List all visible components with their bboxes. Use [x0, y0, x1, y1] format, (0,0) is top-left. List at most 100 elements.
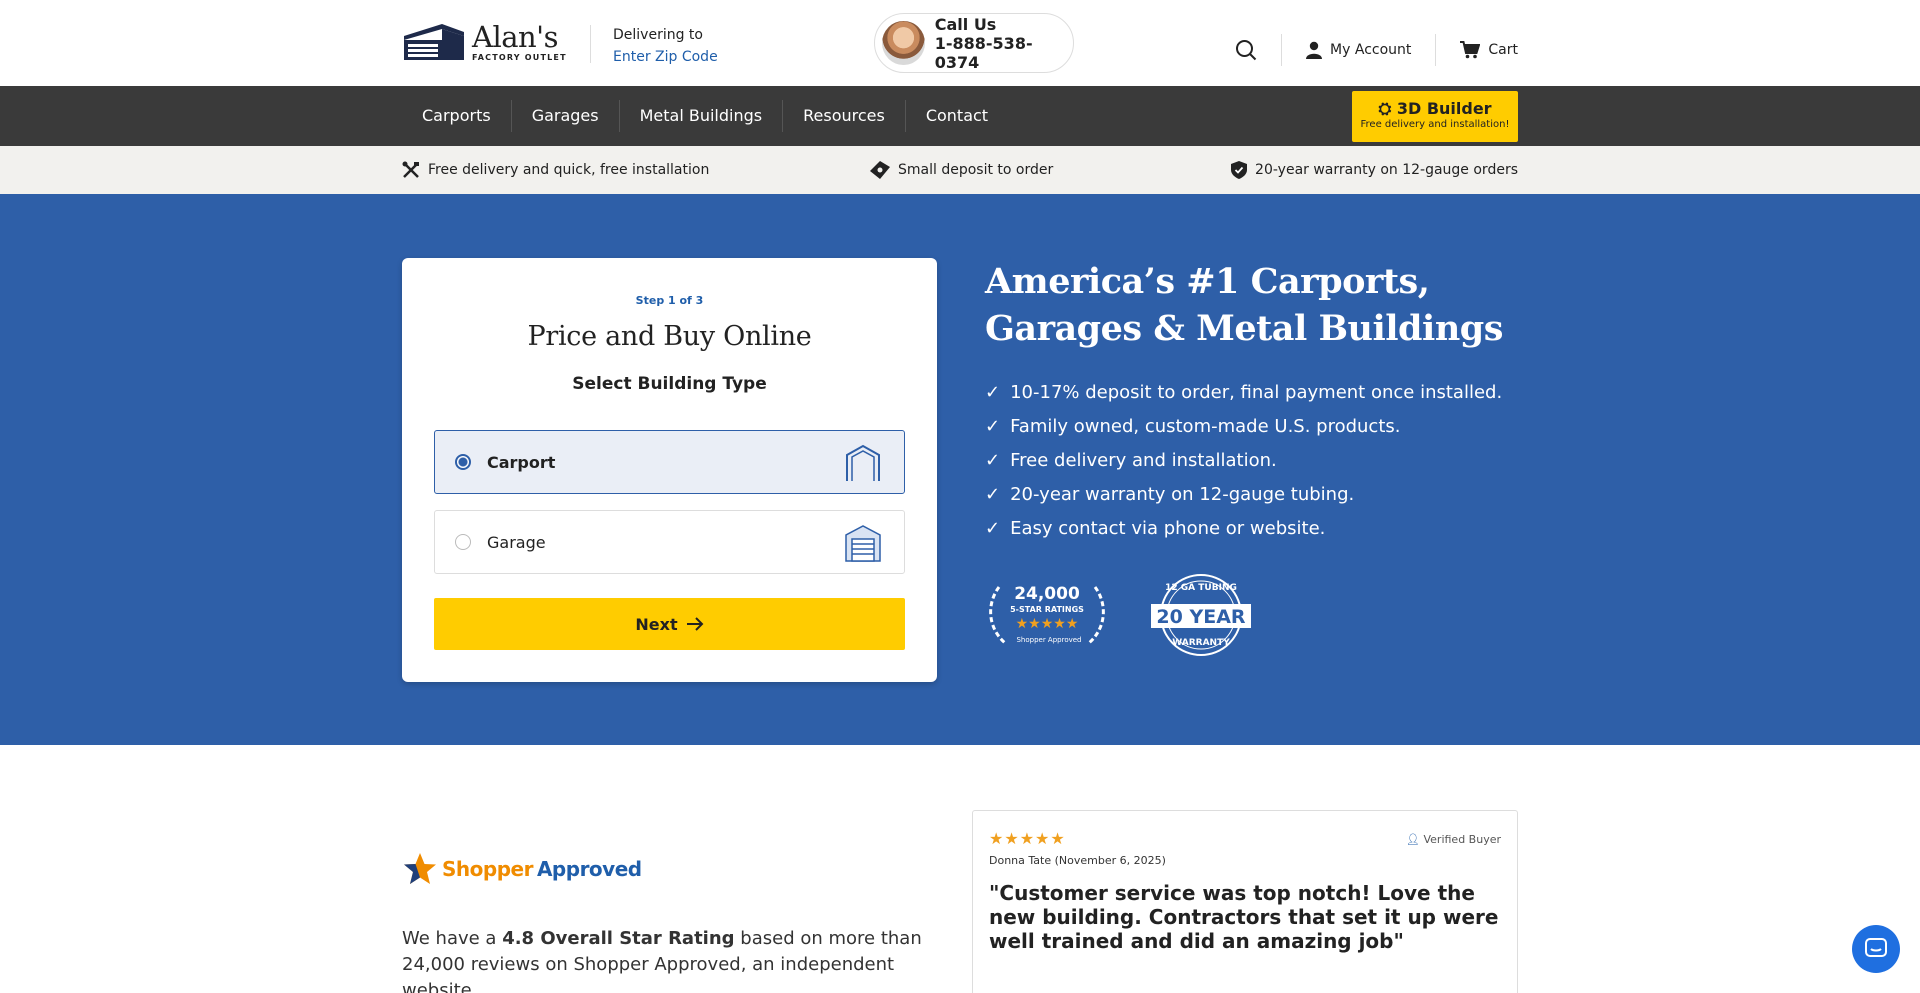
- builder-icon: ⛭: [1378, 99, 1392, 118]
- benefit-warranty: 20-year warranty on 12-gauge orders: [1231, 161, 1518, 179]
- agent-avatar: [882, 21, 925, 65]
- enter-zip-link[interactable]: Enter Zip Code: [613, 46, 718, 68]
- verified-label: Verified Buyer: [1423, 833, 1501, 846]
- search-icon: [1236, 40, 1257, 61]
- nav-item-carports[interactable]: Carports: [402, 100, 512, 132]
- overall-rating-text: We have a 4.8 Overall Star Rating based …: [402, 926, 962, 993]
- carport-icon: [846, 444, 880, 481]
- hero-headline: America’s #1 Carports, Garages & Metal B…: [985, 258, 1503, 352]
- benefit-delivery: Free delivery and quick, free installati…: [402, 161, 709, 179]
- logo-name: Alan's: [472, 19, 559, 54]
- my-account-link[interactable]: My Account: [1306, 41, 1411, 59]
- check-text: 10-17% deposit to order, final payment o…: [1010, 382, 1503, 403]
- nav-items: Carports Garages Metal Buildings Resourc…: [402, 86, 1008, 146]
- verified-buyer: 👤︎ Verified Buyer: [1406, 833, 1501, 846]
- next-label: Next: [635, 614, 678, 634]
- header-separator: [1435, 34, 1437, 66]
- ratings-label: 5-STAR RATINGS: [1010, 605, 1084, 614]
- option-carport-label: Carport: [487, 452, 556, 472]
- shield-check-icon: [1231, 161, 1248, 179]
- ratings-stars: ★★★★★: [1016, 616, 1079, 632]
- check-icon: ✓: [985, 416, 1001, 437]
- check-icon: ✓: [985, 518, 1001, 539]
- reviewer-name: Donna Tate (November 6, 2025): [989, 854, 1166, 867]
- review-card: ★★★★★ 👤︎ Verified Buyer Donna Tate (Nove…: [972, 810, 1518, 993]
- check-text: Family owned, custom-made U.S. products.: [1010, 416, 1401, 437]
- money-icon: [870, 161, 890, 179]
- step-indicator: Step 1 of 3: [635, 294, 704, 307]
- call-us-button[interactable]: Call Us 1-888-538-0374: [874, 13, 1074, 73]
- next-button[interactable]: Next: [434, 598, 905, 650]
- check-text: Free delivery and installation.: [1010, 450, 1277, 471]
- ratings-count: 24,000: [1014, 584, 1080, 604]
- hero-headline-line2: Garages & Metal Buildings: [985, 308, 1503, 349]
- warranty-bottom: WARRANTY: [1172, 638, 1230, 648]
- site-header: Alan's FACTORY OUTLET Delivering to Ente…: [0, 0, 1920, 86]
- list-item: ✓ 10-17% deposit to order, final payment …: [985, 376, 1503, 410]
- hero-section: Step 1 of 3 Price and Buy Online Select …: [0, 194, 1920, 745]
- 3d-builder-button[interactable]: ⛭ 3D Builder Free delivery and installat…: [1352, 91, 1518, 142]
- cart-icon: [1460, 41, 1481, 59]
- nav-item-metal-buildings[interactable]: Metal Buildings: [620, 100, 784, 132]
- main-nav: Carports Garages Metal Buildings Resourc…: [0, 86, 1920, 146]
- rating-bold: 4.8 Overall Star Rating: [502, 928, 735, 949]
- nav-item-garages[interactable]: Garages: [512, 100, 620, 132]
- check-text: 20-year warranty on 12-gauge tubing.: [1010, 484, 1355, 505]
- option-garage-label: Garage: [487, 532, 546, 552]
- rating-pre: We have a: [402, 928, 503, 949]
- carport-radio[interactable]: [455, 454, 471, 470]
- search-button[interactable]: [1235, 39, 1257, 61]
- builder-subtitle: Free delivery and installation!: [1360, 119, 1510, 130]
- ratings-badge[interactable]: 24,000 5-STAR RATINGS ★★★★★ Shopper Appr…: [985, 579, 1109, 651]
- hero-headline-line1: America’s #1 Carports,: [985, 261, 1430, 302]
- benefit-deposit: Small deposit to order: [870, 161, 1053, 179]
- header-separator: [1281, 34, 1283, 66]
- benefit-delivery-text: Free delivery and quick, free installati…: [428, 162, 710, 178]
- trust-badges: 24,000 5-STAR RATINGS ★★★★★ Shopper Appr…: [985, 572, 1503, 658]
- header-divider: [590, 25, 591, 63]
- check-text: Easy contact via phone or website.: [1010, 518, 1326, 539]
- benefit-warranty-text: 20-year warranty on 12-gauge orders: [1255, 162, 1518, 178]
- arrow-right-icon: [686, 617, 704, 631]
- delivering-label: Delivering to: [613, 27, 703, 43]
- cart-label: Cart: [1488, 42, 1518, 58]
- garage-icon: [845, 525, 881, 562]
- hero-check-list: ✓ 10-17% deposit to order, final payment …: [985, 376, 1503, 546]
- warranty-top: 12 GA TUBING: [1165, 583, 1237, 593]
- option-carport[interactable]: Carport: [434, 430, 905, 494]
- list-item: ✓ Family owned, custom-made U.S. products…: [985, 410, 1503, 444]
- check-icon: ✓: [985, 450, 1001, 471]
- garage-radio[interactable]: [455, 534, 471, 550]
- check-icon: ✓: [985, 382, 1001, 403]
- review-quote: "Customer service was top notch! Love th…: [989, 881, 1499, 953]
- hero-content: America’s #1 Carports, Garages & Metal B…: [985, 258, 1503, 658]
- list-item: ✓ 20-year warranty on 12-gauge tubing.: [985, 478, 1503, 512]
- list-item: ✓ Easy contact via phone or website.: [985, 512, 1503, 546]
- call-us-label: Call Us: [934, 14, 997, 34]
- logo-subtitle: FACTORY OUTLET: [472, 52, 567, 62]
- option-garage[interactable]: Garage: [434, 510, 905, 574]
- price-form-card: Step 1 of 3 Price and Buy Online Select …: [402, 258, 937, 682]
- brand-shopper: Shopper: [442, 857, 533, 881]
- star-logo-icon: [404, 853, 436, 884]
- header-actions: My Account Cart: [1235, 34, 1518, 66]
- delivery-location: Delivering to Enter Zip Code: [613, 24, 718, 68]
- nav-item-resources[interactable]: Resources: [783, 100, 906, 132]
- user-icon: 👤︎: [1406, 833, 1420, 846]
- site-logo[interactable]: Alan's FACTORY OUTLET: [402, 22, 567, 62]
- benefit-deposit-text: Small deposit to order: [898, 162, 1054, 178]
- chat-button[interactable]: [1852, 925, 1900, 973]
- cart-link[interactable]: Cart: [1460, 41, 1518, 59]
- my-account-label: My Account: [1330, 42, 1412, 58]
- nav-item-contact[interactable]: Contact: [906, 100, 1008, 132]
- warranty-main: 20 YEAR: [1156, 606, 1245, 628]
- phone-number: 1-888-538-0374: [934, 33, 1033, 72]
- check-icon: ✓: [985, 484, 1001, 505]
- list-item: ✓ Free delivery and installation.: [985, 444, 1503, 478]
- warranty-badge[interactable]: 12 GA TUBING 20 YEAR WARRANTY: [1149, 572, 1253, 658]
- shopper-approved-logo[interactable]: Shopper Approved: [402, 852, 642, 886]
- benefits-bar: Free delivery and quick, free installati…: [0, 146, 1920, 194]
- brand-approved: Approved: [536, 857, 642, 881]
- tools-icon: [402, 161, 419, 178]
- form-subtitle: Select Building Type: [572, 374, 767, 394]
